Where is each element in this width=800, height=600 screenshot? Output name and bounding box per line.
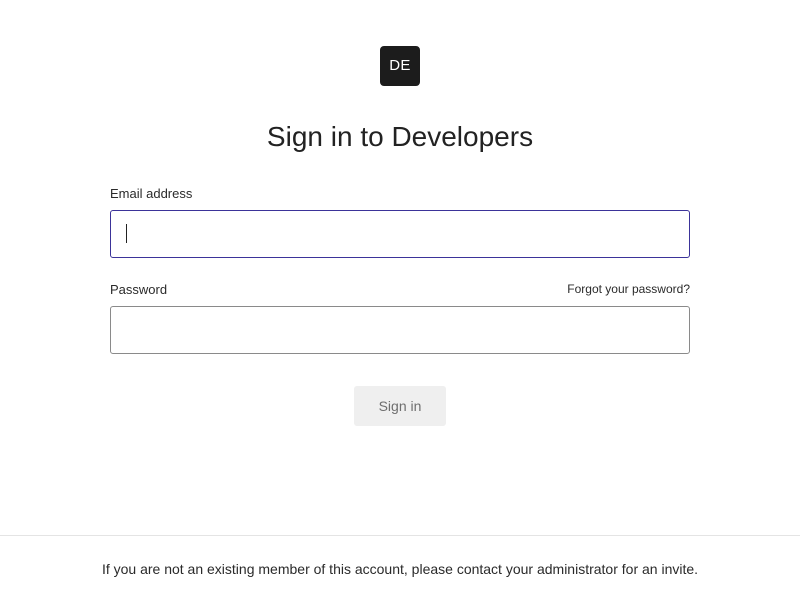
text-cursor [126, 224, 127, 243]
password-label: Password [110, 282, 168, 297]
email-label: Email address [110, 186, 193, 201]
footer-notice: If you are not an existing member of thi… [101, 561, 699, 577]
footer-divider [0, 535, 800, 536]
password-field[interactable] [110, 306, 690, 354]
sign-in-page: DE Sign in to Developers Email address P… [0, 0, 800, 600]
org-logo-badge: DE [380, 46, 420, 86]
sign-in-button[interactable]: Sign in [354, 386, 446, 426]
page-title: Sign in to Developers [266, 121, 534, 152]
forgot-password-link[interactable]: Forgot your password? [567, 281, 690, 297]
email-field[interactable] [110, 210, 690, 258]
